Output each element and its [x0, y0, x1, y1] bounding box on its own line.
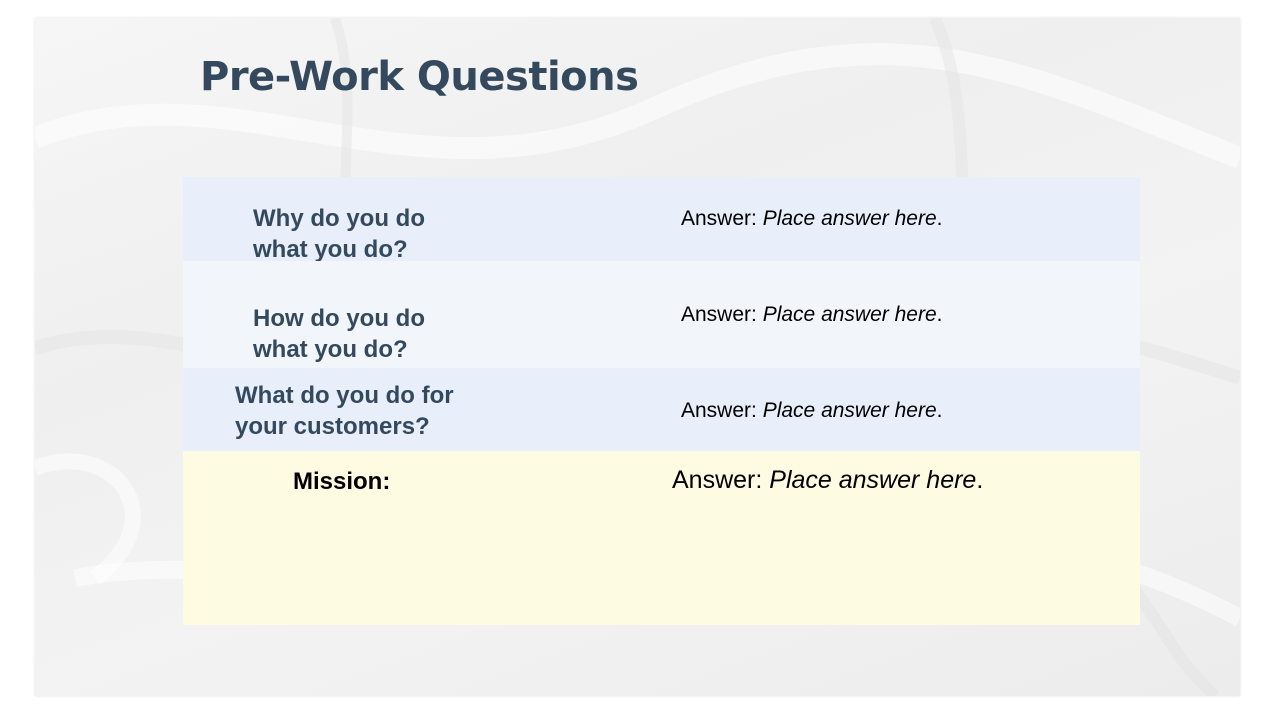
question-line: What do you do for — [235, 382, 454, 409]
answer-placeholder: Place answer here — [762, 207, 937, 230]
answer-label: Answer: — [681, 399, 763, 422]
answer-end: . — [936, 303, 943, 326]
question-row-what: What do you do for your customers? Answe… — [183, 368, 1140, 451]
mission-row: Mission: Answer: Place answer here. — [183, 451, 1140, 625]
answer-label: Answer: — [672, 466, 770, 494]
answer-label: Answer: — [681, 207, 763, 230]
answer-field[interactable]: Answer: Place answer here. — [681, 207, 942, 231]
answer-field[interactable]: Answer: Place answer here. — [681, 303, 942, 327]
question-line: what you do? — [253, 336, 408, 363]
question-line: Why do you do — [253, 205, 425, 232]
answer-end: . — [936, 399, 943, 422]
mission-label: Mission: — [293, 468, 391, 495]
question-line: How do you do — [253, 305, 425, 332]
question-row-why: Why do you do what you do? Answer: Place… — [183, 177, 1140, 263]
question-label: How do you do what you do? — [253, 303, 553, 365]
pre-work-questions-table: Why do you do what you do? Answer: Place… — [183, 177, 1140, 625]
question-row-how: How do you do what you do? Answer: Place… — [183, 261, 1140, 368]
answer-label: Answer: — [681, 303, 763, 326]
answer-placeholder: Place answer here — [762, 399, 937, 422]
slide: Pre-Work Questions Why do you do what yo… — [35, 18, 1240, 696]
answer-end: . — [936, 207, 943, 230]
answer-field[interactable]: Answer: Place answer here. — [681, 399, 942, 423]
mission-answer-field[interactable]: Answer: Place answer here. — [672, 466, 983, 495]
answer-placeholder: Place answer here — [762, 303, 937, 326]
slide-title: Pre-Work Questions — [200, 54, 639, 100]
question-line: your customers? — [235, 413, 430, 440]
question-label: What do you do for your customers? — [235, 380, 535, 442]
answer-placeholder: Place answer here — [769, 466, 977, 494]
question-label: Why do you do what you do? — [253, 203, 553, 265]
answer-end: . — [976, 466, 984, 494]
